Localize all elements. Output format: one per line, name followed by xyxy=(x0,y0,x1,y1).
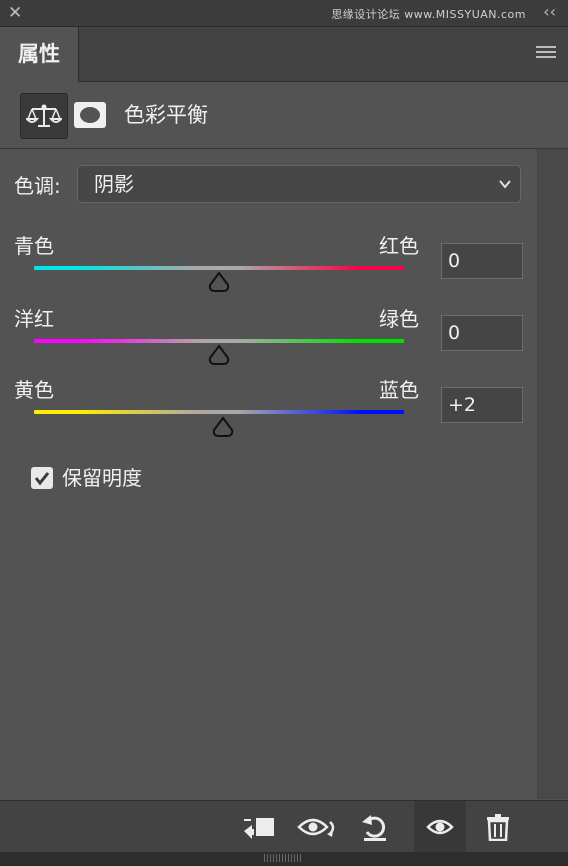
magenta-green-slider-thumb[interactable] xyxy=(207,344,231,366)
reset-icon[interactable] xyxy=(355,809,395,845)
adjustment-header: 色彩平衡 xyxy=(0,82,568,149)
tab-properties[interactable]: 属性 xyxy=(0,27,79,82)
preserve-luminosity-checkbox[interactable] xyxy=(31,467,53,489)
slider-green-label: 绿色 xyxy=(379,307,419,331)
clip-to-layer-icon[interactable] xyxy=(239,809,279,845)
adjustment-title: 色彩平衡 xyxy=(124,103,208,127)
slider-yellow-label: 黄色 xyxy=(14,378,54,402)
watermark-text: 思缘设计论坛 www.MISSYUAN.com xyxy=(331,8,526,21)
yellow-blue-track[interactable] xyxy=(34,410,404,414)
trash-icon[interactable] xyxy=(478,809,518,845)
tone-label: 色调: xyxy=(14,174,61,198)
layer-mask-icon[interactable] xyxy=(74,102,106,128)
balance-scale-icon[interactable] xyxy=(20,93,68,139)
checkmark-icon xyxy=(34,472,50,486)
tab-bar: 属性 xyxy=(0,27,568,82)
slider-magenta-label: 洋红 xyxy=(14,307,54,331)
cyan-red-slider-thumb[interactable] xyxy=(207,271,231,293)
chevron-down-icon xyxy=(499,180,511,189)
magenta-green-value-field[interactable]: 0 xyxy=(441,315,523,351)
slider-blue-label: 蓝色 xyxy=(379,378,419,402)
cyan-red-track[interactable] xyxy=(34,266,404,270)
magenta-green-track[interactable] xyxy=(34,339,404,343)
visibility-eye-icon[interactable] xyxy=(414,801,466,853)
panel-titlebar: ✕ 思缘设计论坛 www.MISSYUAN.com ‹‹ xyxy=(0,0,568,27)
tone-selected-value: 阴影 xyxy=(94,172,134,196)
scrollbar[interactable] xyxy=(537,149,568,799)
double-chevron-icon[interactable]: ‹‹ xyxy=(543,1,556,23)
hamburger-menu-icon[interactable] xyxy=(536,46,556,60)
yellow-blue-value-field[interactable]: +2 xyxy=(441,387,523,423)
slider-red-label: 红色 xyxy=(379,234,419,258)
yellow-blue-slider-thumb[interactable] xyxy=(211,416,235,438)
slider-cyan-label: 青色 xyxy=(14,234,54,258)
panel-footer xyxy=(0,800,568,853)
preserve-luminosity-label: 保留明度 xyxy=(62,466,142,490)
view-previous-icon[interactable] xyxy=(297,809,337,845)
tone-dropdown[interactable]: 阴影 xyxy=(77,165,521,203)
resize-grip[interactable] xyxy=(0,852,568,866)
close-icon[interactable]: ✕ xyxy=(8,2,22,24)
cyan-red-value-field[interactable]: 0 xyxy=(441,243,523,279)
